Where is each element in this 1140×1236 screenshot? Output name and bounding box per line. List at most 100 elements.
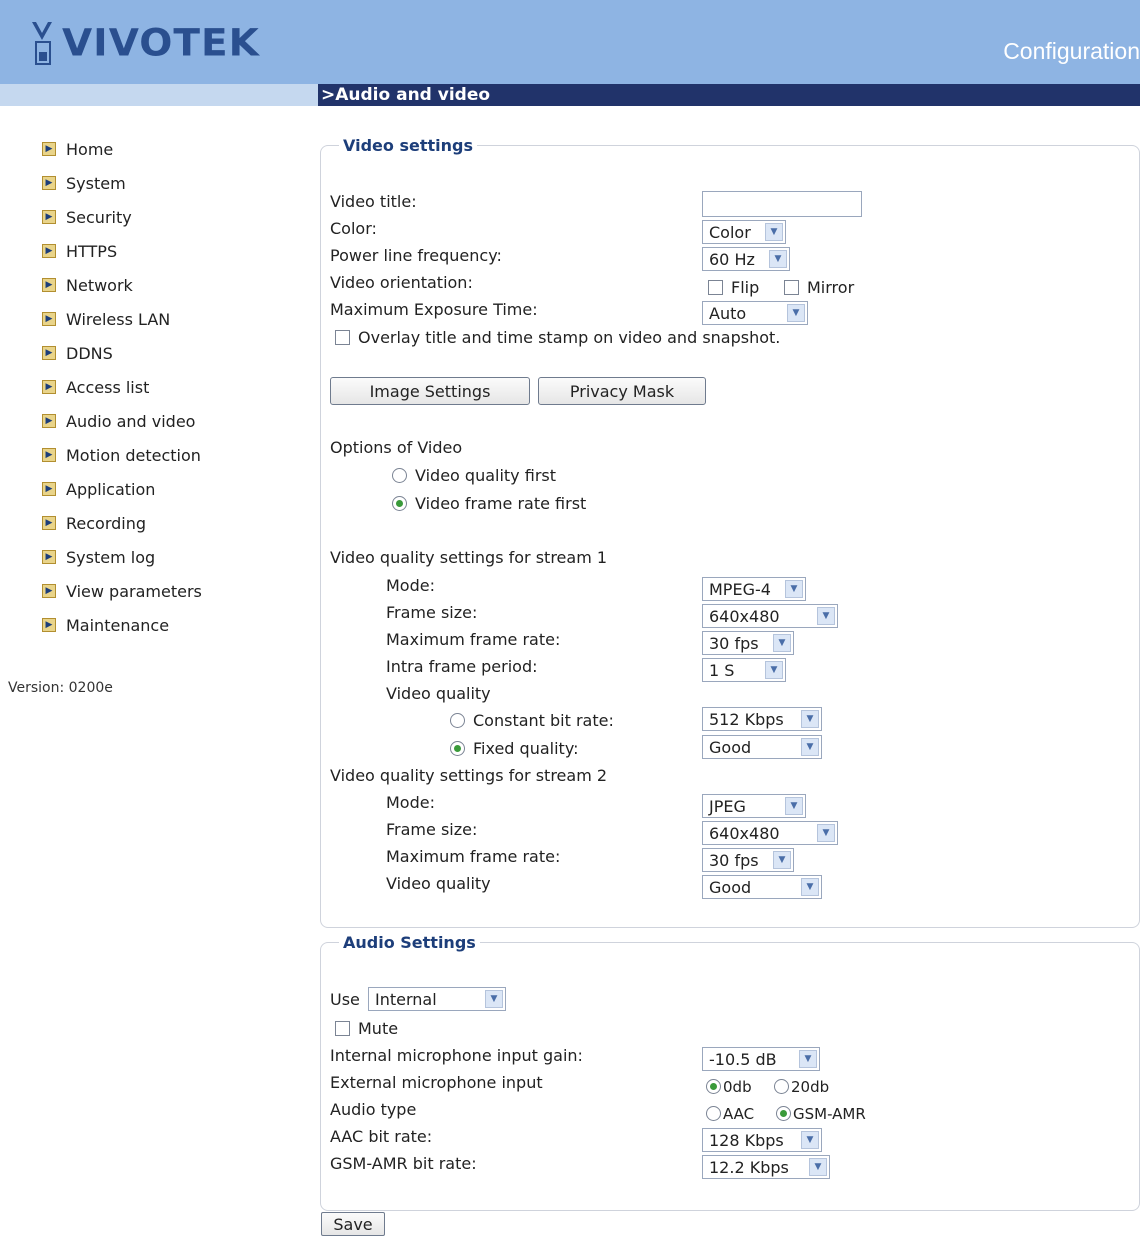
stream2-max-rate-value: 30 fps (709, 850, 759, 870)
overlay-label: Overlay title and time stamp on video an… (358, 328, 781, 347)
gsm-amr-label: GSM-AMR (793, 1105, 866, 1123)
chevron-down-icon: ▼ (765, 661, 783, 679)
mirror-checkbox[interactable] (784, 280, 799, 295)
gsm-bitrate-value: 12.2 Kbps (709, 1157, 789, 1177)
chevron-down-icon: ▼ (817, 607, 835, 625)
audio-settings-legend: Audio Settings (343, 933, 476, 952)
mirror-label: Mirror (807, 278, 855, 297)
header-sub-strip (0, 84, 318, 106)
chevron-down-icon: ▼ (801, 710, 819, 728)
color-select[interactable]: Color ▼ (702, 220, 786, 244)
arrow-right-icon: ▶ (42, 618, 56, 632)
stream1-cbr-label: Constant bit rate: (473, 711, 614, 730)
sidebar-item-home[interactable]: ▶ Home (42, 132, 202, 166)
sidebar-item-label: Motion detection (66, 445, 201, 465)
stream1-intra-label: Intra frame period: (386, 657, 538, 676)
stream1-max-rate-select[interactable]: 30 fps ▼ (702, 631, 794, 655)
version-text: Version: 0200e (8, 680, 113, 696)
arrow-right-icon: ▶ (42, 210, 56, 224)
stream1-frame-size-value: 640x480 (709, 606, 780, 626)
aac-radio[interactable] (706, 1106, 721, 1121)
save-button[interactable]: Save (321, 1212, 385, 1236)
mic-gain-label: Internal microphone input gain: (330, 1046, 583, 1065)
sidebar-item-ddns[interactable]: ▶ DDNS (42, 336, 202, 370)
aac-bitrate-label: AAC bit rate: (330, 1127, 433, 1146)
sidebar-item-application[interactable]: ▶ Application (42, 472, 202, 506)
ext-mic-0db-radio[interactable] (706, 1079, 721, 1094)
chevron-down-icon: ▼ (785, 797, 803, 815)
privacy-mask-button[interactable]: Privacy Mask (538, 377, 706, 405)
stream1-cbr-select[interactable]: 512 Kbps ▼ (702, 707, 822, 731)
video-title-input[interactable] (702, 191, 862, 217)
arrow-right-icon: ▶ (42, 550, 56, 564)
aac-bitrate-select[interactable]: 128 Kbps ▼ (702, 1128, 822, 1152)
chevron-down-icon: ▼ (773, 634, 791, 652)
stream1-frame-size-select[interactable]: 640x480 ▼ (702, 604, 838, 628)
sidebar-item-label: Access list (66, 377, 150, 397)
chevron-down-icon: ▼ (785, 580, 803, 598)
arrow-right-icon: ▶ (42, 142, 56, 156)
logo-text: VIVOTEK (62, 21, 260, 65)
quality-first-radio[interactable] (392, 468, 407, 483)
stream1-cbr-value: 512 Kbps (709, 709, 784, 729)
stream1-fixed-radio[interactable] (450, 741, 465, 756)
overlay-checkbox[interactable] (335, 330, 350, 345)
sidebar-item-network[interactable]: ▶ Network (42, 268, 202, 302)
sidebar-item-view-parameters[interactable]: ▶ View parameters (42, 574, 202, 608)
stream2-quality-label: Video quality (386, 874, 491, 893)
stream1-fixed-select[interactable]: Good ▼ (702, 735, 822, 759)
image-settings-button[interactable]: Image Settings (330, 377, 530, 405)
stream2-frame-size-select[interactable]: 640x480 ▼ (702, 821, 838, 845)
stream2-heading: Video quality settings for stream 2 (330, 766, 608, 785)
sidebar-item-maintenance[interactable]: ▶ Maintenance (42, 608, 202, 642)
mute-option: Mute (335, 1019, 398, 1038)
power-line-select-value: 60 Hz (709, 249, 755, 269)
exposure-select-value: Auto (709, 303, 747, 323)
gsm-amr-radio[interactable] (776, 1106, 791, 1121)
sidebar-item-wireless-lan[interactable]: ▶ Wireless LAN (42, 302, 202, 336)
stream1-mode-select[interactable]: MPEG-4 ▼ (702, 577, 806, 601)
sidebar-item-label: Security (66, 207, 132, 227)
stream2-mode-select[interactable]: JPEG ▼ (702, 794, 806, 818)
sidebar-item-audio-and-video[interactable]: ▶ Audio and video (42, 404, 202, 438)
chevron-down-icon: ▼ (801, 1131, 819, 1149)
sidebar-item-label: System log (66, 547, 156, 567)
chevron-down-icon: ▼ (801, 738, 819, 756)
sidebar-item-system[interactable]: ▶ System (42, 166, 202, 200)
video-settings-legend: Video settings (343, 136, 473, 155)
gsm-bitrate-select[interactable]: 12.2 Kbps ▼ (702, 1155, 830, 1179)
ext-mic-0db-option: 0db (706, 1078, 752, 1096)
sidebar-item-motion-detection[interactable]: ▶ Motion detection (42, 438, 202, 472)
mic-gain-select[interactable]: -10.5 dB ▼ (702, 1047, 820, 1071)
sidebar-item-recording[interactable]: ▶ Recording (42, 506, 202, 540)
color-label: Color: (330, 219, 377, 238)
stream2-max-rate-select[interactable]: 30 fps ▼ (702, 848, 794, 872)
mic-gain-value: -10.5 dB (709, 1049, 777, 1069)
sidebar-item-https[interactable]: ▶ HTTPS (42, 234, 202, 268)
arrow-right-icon: ▶ (42, 346, 56, 360)
stream2-quality-select[interactable]: Good ▼ (702, 875, 822, 899)
arrow-right-icon: ▶ (42, 244, 56, 258)
framerate-first-radio[interactable] (392, 496, 407, 511)
chevron-down-icon: ▼ (817, 824, 835, 842)
exposure-label: Maximum Exposure Time: (330, 300, 538, 319)
color-select-value: Color (709, 222, 751, 242)
audio-source-select[interactable]: Internal ▼ (368, 987, 506, 1011)
exposure-select[interactable]: Auto ▼ (702, 301, 808, 325)
video-options-label: Options of Video (330, 438, 463, 457)
stream1-intra-select[interactable]: 1 S ▼ (702, 658, 786, 682)
mute-checkbox[interactable] (335, 1021, 350, 1036)
stream1-quality-label: Video quality (386, 684, 491, 703)
video-title-label: Video title: (330, 192, 417, 211)
power-line-select[interactable]: 60 Hz ▼ (702, 247, 790, 271)
stream2-frame-size-label: Frame size: (386, 820, 478, 839)
sidebar-item-access-list[interactable]: ▶ Access list (42, 370, 202, 404)
ext-mic-20db-radio[interactable] (774, 1079, 789, 1094)
stream2-max-rate-label: Maximum frame rate: (386, 847, 561, 866)
arrow-right-icon: ▶ (42, 312, 56, 326)
sidebar-item-system-log[interactable]: ▶ System log (42, 540, 202, 574)
stream1-cbr-radio[interactable] (450, 713, 465, 728)
flip-checkbox[interactable] (708, 280, 723, 295)
ext-mic-label: External microphone input (330, 1073, 543, 1092)
sidebar-item-security[interactable]: ▶ Security (42, 200, 202, 234)
